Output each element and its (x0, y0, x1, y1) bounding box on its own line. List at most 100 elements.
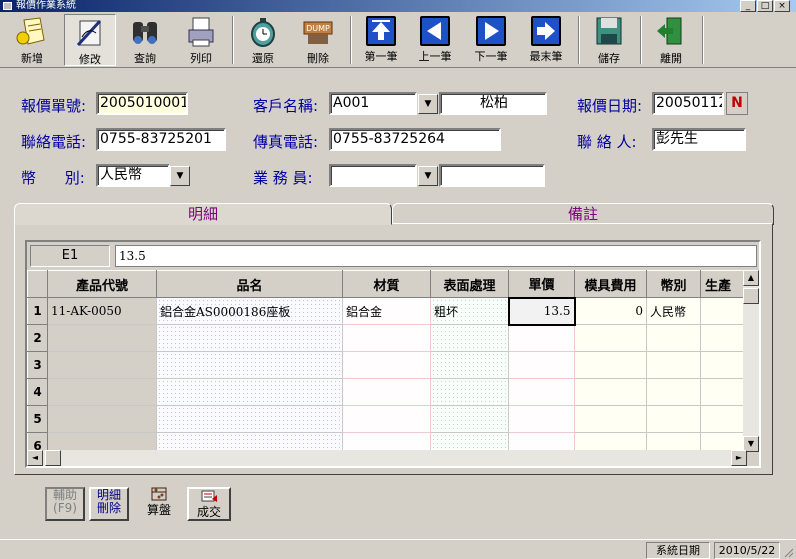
new-button[interactable]: 新增 (6, 14, 58, 66)
table-cell[interactable]: 13.5 (507, 296, 576, 326)
scroll-up-button[interactable]: ▲ (743, 270, 759, 286)
abacus-button[interactable]: 算盤 (137, 487, 181, 521)
table-cell[interactable] (430, 405, 509, 433)
table-cell[interactable] (646, 324, 701, 352)
corner-header[interactable] (27, 270, 48, 298)
table-cell[interactable] (574, 324, 647, 352)
table-cell[interactable] (508, 324, 575, 352)
horizontal-scrollbar[interactable]: ◄ ► (27, 450, 747, 466)
table-cell[interactable] (646, 405, 701, 433)
restore-button[interactable]: 還原 (238, 14, 288, 66)
table-cell[interactable] (574, 405, 647, 433)
delete-button[interactable]: DUMP 刪除 (292, 14, 344, 66)
table-cell[interactable]: 鋁合金 (342, 297, 431, 325)
table-cell[interactable] (430, 378, 509, 406)
currency-field[interactable]: 人民幣 (96, 164, 170, 187)
table-cell[interactable] (700, 351, 748, 379)
exit-button[interactable]: 離開 (646, 14, 696, 66)
column-header[interactable]: 幣別 (646, 270, 701, 298)
scroll-right-button[interactable]: ► (731, 450, 747, 466)
customer-dropdown-button[interactable]: ▼ (418, 94, 438, 114)
table-cell[interactable] (700, 324, 748, 352)
row-header[interactable]: 3 (27, 351, 48, 379)
row-header[interactable]: 2 (27, 324, 48, 352)
date-status-flag[interactable]: N (726, 92, 748, 115)
table-cell[interactable] (156, 378, 343, 406)
column-header[interactable]: 表面處理 (430, 270, 509, 298)
table-cell[interactable] (430, 324, 509, 352)
next-record-button[interactable]: 下一筆 (466, 14, 516, 66)
table-row: 5 (27, 405, 748, 433)
currency-dropdown-button[interactable]: ▼ (170, 166, 190, 186)
column-header[interactable]: 品名 (156, 270, 343, 298)
last-record-button[interactable]: 最末筆 (520, 14, 572, 66)
table-cell[interactable] (47, 405, 157, 433)
salesman-code-field[interactable] (329, 164, 417, 187)
salesman-name-field[interactable] (439, 164, 545, 187)
save-disk-icon (591, 16, 627, 48)
contact-field[interactable]: 彭先生 (652, 128, 746, 151)
table-cell[interactable]: 人民幣 (646, 297, 701, 325)
deal-button[interactable]: 成交 (187, 487, 231, 521)
column-header[interactable]: 生產 (700, 270, 748, 298)
table-cell[interactable] (342, 351, 431, 379)
table-cell[interactable] (342, 324, 431, 352)
column-header[interactable]: 產品代號 (47, 270, 157, 298)
customer-name-field[interactable]: 松柏 (439, 92, 547, 115)
scroll-left-button[interactable]: ◄ (27, 450, 43, 466)
table-cell[interactable] (47, 378, 157, 406)
customer-code-field[interactable]: A001 (329, 92, 417, 115)
table-cell[interactable] (47, 324, 157, 352)
table-cell[interactable] (574, 378, 647, 406)
close-button[interactable]: × (774, 0, 790, 12)
table-cell[interactable] (156, 324, 343, 352)
salesman-dropdown-button[interactable]: ▼ (418, 166, 438, 186)
table-cell[interactable] (430, 351, 509, 379)
table-cell[interactable] (700, 405, 748, 433)
column-header[interactable]: 單價 (508, 270, 575, 298)
row-header[interactable]: 1 (27, 297, 48, 325)
first-record-button[interactable]: 第一筆 (356, 14, 406, 66)
tab-details[interactable]: 明細 (14, 203, 392, 225)
tab-remarks[interactable]: 備註 (392, 203, 774, 225)
table-cell[interactable] (156, 351, 343, 379)
delete-detail-button[interactable]: 明細 刪除 (89, 487, 129, 521)
row-header[interactable]: 5 (27, 405, 48, 433)
query-button[interactable]: 查詢 (120, 14, 170, 66)
quote-no-field[interactable]: 2005010001 (96, 92, 188, 115)
quote-date-field[interactable]: 20050112 (652, 92, 724, 115)
resize-grip-icon[interactable] (782, 546, 794, 558)
save-button[interactable]: 儲存 (584, 14, 634, 66)
row-header[interactable]: 4 (27, 378, 48, 406)
prev-record-button[interactable]: 上一筆 (410, 14, 460, 66)
print-button[interactable]: 列印 (176, 14, 226, 66)
assist-f9-button[interactable]: 輔助 (F9) (45, 487, 85, 521)
table-cell[interactable]: 粗坏 (430, 297, 509, 325)
table-cell[interactable] (700, 297, 748, 325)
minimize-button[interactable]: _ (740, 0, 756, 12)
phone-field[interactable]: 0755-83725201 (96, 128, 226, 151)
fax-field[interactable]: 0755-83725264 (329, 128, 501, 151)
column-header[interactable]: 模具費用 (574, 270, 647, 298)
column-header[interactable]: 材質 (342, 270, 431, 298)
table-cell[interactable] (508, 378, 575, 406)
table-cell[interactable] (646, 378, 701, 406)
table-cell[interactable] (508, 405, 575, 433)
table-cell[interactable]: 11-AK-0050 (47, 297, 157, 325)
scroll-thumb[interactable] (743, 288, 759, 304)
table-cell[interactable]: 0 (574, 297, 647, 325)
table-cell[interactable] (646, 351, 701, 379)
table-cell[interactable] (342, 378, 431, 406)
table-cell[interactable] (156, 405, 343, 433)
table-cell[interactable] (508, 351, 575, 379)
formula-bar[interactable]: 13.5 (115, 245, 757, 267)
vertical-scrollbar[interactable]: ▲ ▼ (743, 270, 759, 452)
table-cell[interactable] (574, 351, 647, 379)
table-cell[interactable] (342, 405, 431, 433)
scroll-thumb[interactable] (45, 450, 61, 466)
maximize-button[interactable]: □ (757, 0, 773, 12)
table-cell[interactable] (700, 378, 748, 406)
edit-button[interactable]: 修改 (64, 14, 116, 66)
table-cell[interactable] (47, 351, 157, 379)
table-cell[interactable]: 鋁合金AS0000186座板 (156, 297, 343, 325)
